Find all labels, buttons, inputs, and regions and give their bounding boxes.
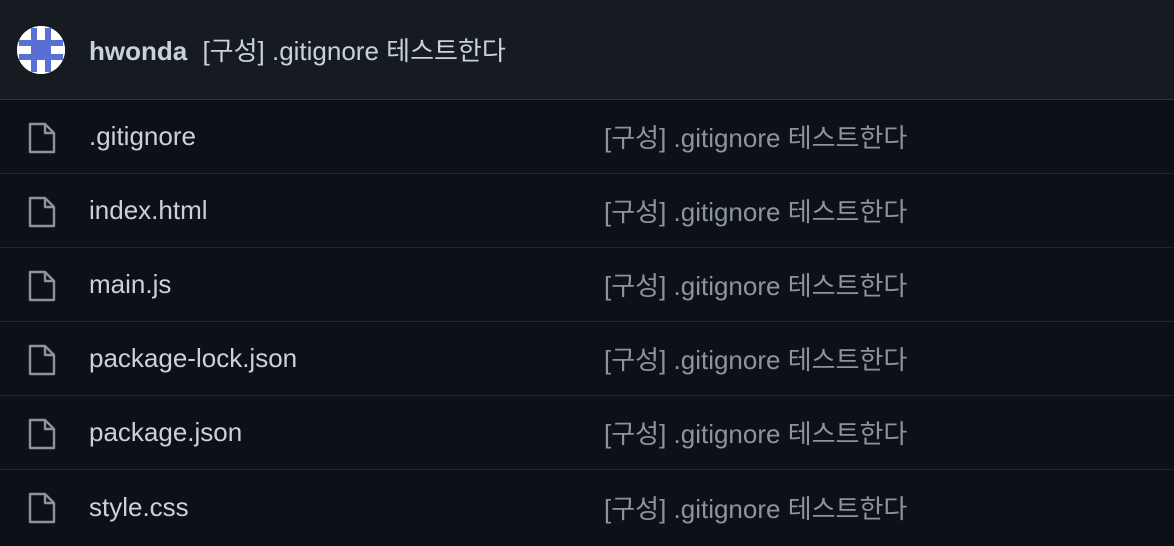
file-commit-message-link[interactable]: [구성] .gitignore 테스트한다 [604, 118, 907, 155]
file-list: .gitignore [구성] .gitignore 테스트한다 index.h… [0, 100, 1174, 544]
commit-message-link[interactable]: [구성] .gitignore 테스트한다 [202, 36, 505, 66]
latest-commit-header: hwonda [구성] .gitignore 테스트한다 [0, 0, 1174, 100]
file-name-link[interactable]: index.html [89, 195, 208, 226]
file-row[interactable]: package.json [구성] .gitignore 테스트한다 [0, 396, 1174, 470]
file-name-link[interactable]: main.js [89, 269, 171, 300]
file-row[interactable]: style.css [구성] .gitignore 테스트한다 [0, 470, 1174, 544]
author-avatar[interactable] [17, 25, 65, 74]
commit-summary: hwonda [구성] .gitignore 테스트한다 [89, 31, 506, 68]
file-commit-message-link[interactable]: [구성] .gitignore 테스트한다 [604, 340, 907, 377]
file-row[interactable]: package-lock.json [구성] .gitignore 테스트한다 [0, 322, 1174, 396]
file-name-link[interactable]: .gitignore [89, 121, 196, 152]
file-name-link[interactable]: style.css [89, 492, 189, 523]
file-name-link[interactable]: package.json [89, 417, 242, 448]
file-name-link[interactable]: package-lock.json [89, 343, 297, 374]
file-icon [28, 492, 56, 524]
file-icon [28, 122, 56, 154]
file-icon [28, 418, 56, 450]
file-row[interactable]: main.js [구성] .gitignore 테스트한다 [0, 248, 1174, 322]
file-commit-message-link[interactable]: [구성] .gitignore 테스트한다 [604, 192, 907, 229]
file-row[interactable]: .gitignore [구성] .gitignore 테스트한다 [0, 100, 1174, 174]
identicon-avatar-icon [17, 25, 65, 74]
file-row[interactable]: index.html [구성] .gitignore 테스트한다 [0, 174, 1174, 248]
file-icon [28, 270, 56, 302]
file-commit-message-link[interactable]: [구성] .gitignore 테스트한다 [604, 266, 907, 303]
file-commit-message-link[interactable]: [구성] .gitignore 테스트한다 [604, 489, 907, 526]
file-icon [28, 344, 56, 376]
file-commit-message-link[interactable]: [구성] .gitignore 테스트한다 [604, 414, 907, 451]
file-icon [28, 196, 56, 228]
commit-author-link[interactable]: hwonda [89, 36, 187, 66]
repo-file-browser: hwonda [구성] .gitignore 테스트한다 .gitignore … [0, 0, 1174, 546]
